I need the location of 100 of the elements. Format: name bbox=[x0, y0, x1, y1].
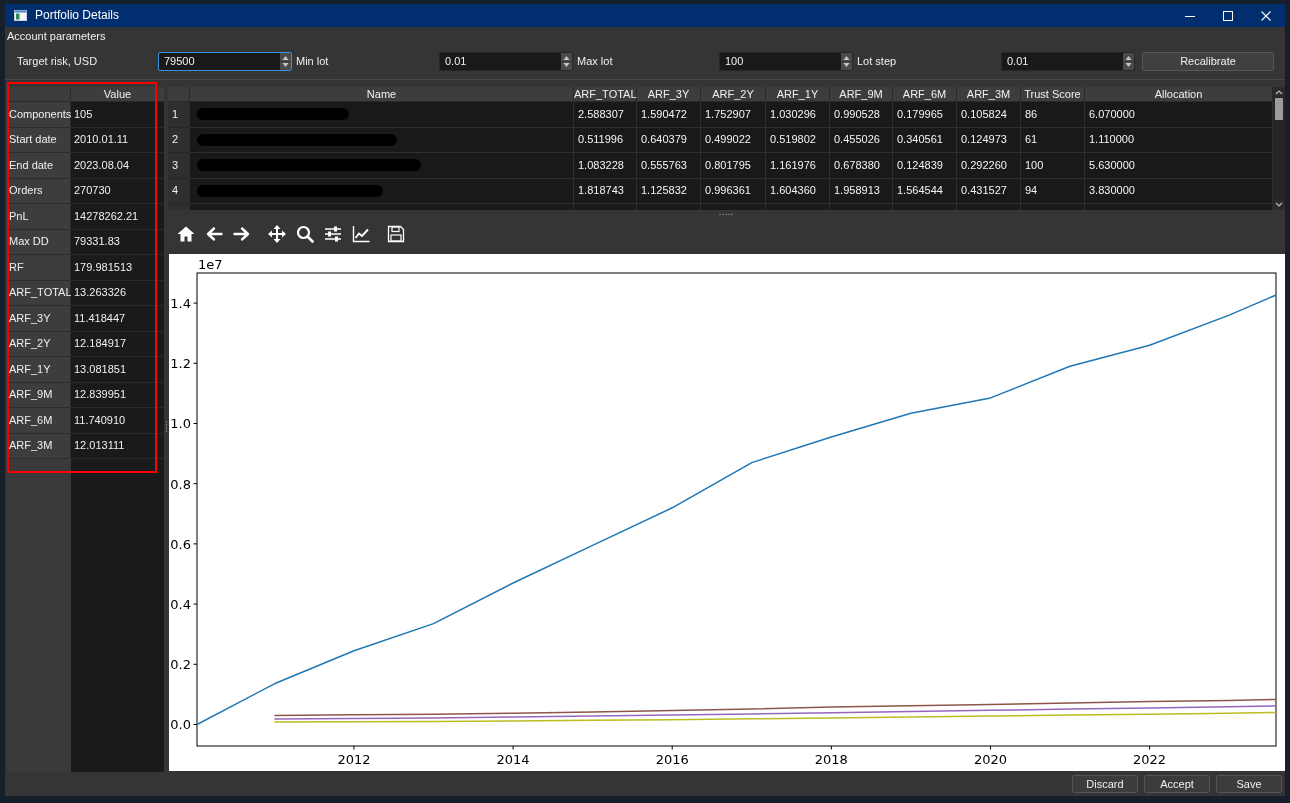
axis-tick-label: 2016 bbox=[655, 752, 689, 767]
field-label: Min lot bbox=[295, 54, 329, 69]
table-cell: 1.030296 bbox=[766, 102, 830, 128]
table-cell: 0.105824 bbox=[957, 102, 1021, 128]
column-header: Value bbox=[71, 87, 164, 102]
table-cell: 0.801795 bbox=[701, 153, 766, 179]
table-cell: 0.455026 bbox=[830, 127, 893, 153]
column-header: ARF_9M bbox=[830, 87, 893, 102]
spinner-arrows-icon[interactable] bbox=[1123, 53, 1134, 70]
table-cell: 1.958913 bbox=[830, 178, 893, 204]
table-cell: 61 bbox=[1021, 127, 1085, 153]
table-cell: 0.990528 bbox=[830, 102, 893, 128]
table-cell: 0.640379 bbox=[637, 127, 701, 153]
number-field[interactable]: 79500 bbox=[158, 52, 292, 71]
table-cell: 1.125832 bbox=[637, 178, 701, 204]
axis-tick-label: 0.4 bbox=[170, 597, 191, 613]
table-cell: 2.588307 bbox=[574, 102, 637, 128]
back-arrow-icon[interactable] bbox=[205, 225, 223, 243]
table-cell: 0.292260 bbox=[957, 153, 1021, 179]
axis-tick-label: 2018 bbox=[814, 752, 848, 767]
table-cell: 0.511996 bbox=[574, 127, 637, 153]
row-header: PnL bbox=[7, 204, 71, 230]
table-cell: 0.555763 bbox=[637, 153, 701, 179]
recalibrate-button[interactable]: Recalibrate bbox=[1142, 52, 1274, 71]
row-header: ARF_1Y bbox=[7, 357, 71, 383]
magnifier-icon[interactable] bbox=[296, 225, 314, 243]
app-window-icon bbox=[14, 10, 27, 21]
table-cell: 1.818743 bbox=[574, 178, 637, 204]
spinner-arrows-icon[interactable] bbox=[280, 53, 291, 70]
number-field[interactable]: 0.01 bbox=[439, 52, 573, 71]
axis-offset-label: 1e7 bbox=[198, 257, 223, 272]
field-label: Max lot bbox=[576, 54, 613, 69]
column-header: ARF_3Y bbox=[637, 87, 701, 102]
row-header: 3 bbox=[168, 153, 190, 179]
table-cell: 1.564544 bbox=[893, 178, 957, 204]
row-header: 2 bbox=[168, 127, 190, 153]
number-field[interactable]: 0.01 bbox=[1001, 52, 1135, 71]
table-cell: 0.431527 bbox=[957, 178, 1021, 204]
table-cell: 1.161976 bbox=[766, 153, 830, 179]
table-cell: 86 bbox=[1021, 102, 1085, 128]
splitter-handle[interactable] bbox=[164, 421, 168, 432]
splitter-handle[interactable] bbox=[719, 212, 734, 216]
forward-arrow-icon[interactable] bbox=[233, 225, 251, 243]
table-cell: 100 bbox=[1021, 153, 1085, 179]
number-field[interactable]: 100 bbox=[719, 52, 853, 71]
sliders-icon[interactable] bbox=[324, 225, 342, 243]
column-header: Allocation bbox=[1085, 87, 1273, 102]
move-arrows-icon[interactable] bbox=[268, 225, 286, 243]
row-header: 4 bbox=[168, 178, 190, 204]
field-label: Lot step bbox=[856, 54, 897, 69]
table-cell: 1.083228 bbox=[574, 153, 637, 179]
maximize-icon[interactable] bbox=[1223, 10, 1233, 21]
table-cell: 1.604360 bbox=[766, 178, 830, 204]
axis-tick-label: 1.4 bbox=[170, 296, 191, 312]
axis-tick-label: 1.0 bbox=[170, 416, 191, 432]
row-header: ARF_3Y bbox=[7, 306, 71, 332]
column-header: Name bbox=[190, 87, 574, 102]
table-cell: 0.996361 bbox=[701, 178, 766, 204]
axis-tick-label: 1.2 bbox=[170, 356, 191, 372]
row-header: Components bbox=[7, 102, 71, 128]
field-label: Target risk, USD bbox=[17, 54, 98, 69]
group-title: Account parameters bbox=[6, 29, 106, 44]
column-header: ARF_TOTAL bbox=[574, 87, 637, 102]
axis-tick-label: 0.8 bbox=[170, 476, 191, 492]
spinner-arrows-icon[interactable] bbox=[841, 53, 852, 70]
axis-tick-label: 0.6 bbox=[170, 536, 191, 552]
column-header: ARF_6M bbox=[893, 87, 957, 102]
dialog-button[interactable]: Accept bbox=[1144, 775, 1210, 793]
home-icon[interactable] bbox=[177, 225, 195, 243]
table-cell: 0.678380 bbox=[830, 153, 893, 179]
spinner-arrows-icon[interactable] bbox=[561, 53, 572, 70]
row-header: ARF_6M bbox=[7, 408, 71, 434]
row-header: RF bbox=[7, 255, 71, 281]
dialog-button[interactable]: Discard bbox=[1072, 775, 1138, 793]
scrollbar-thumb[interactable] bbox=[1275, 98, 1283, 120]
column-header: ARF_3M bbox=[957, 87, 1021, 102]
axis-tick-label: 2014 bbox=[496, 752, 530, 767]
axis-tick-label: 0.2 bbox=[170, 657, 191, 673]
save-icon[interactable] bbox=[387, 225, 405, 243]
table-cell: 0.519802 bbox=[766, 127, 830, 153]
table-cell: 0.124839 bbox=[893, 153, 957, 179]
row-header: 1 bbox=[168, 102, 190, 128]
vertical-scrollbar[interactable] bbox=[1273, 87, 1285, 210]
column-header: ARF_1Y bbox=[766, 87, 830, 102]
axis-tick-label: 2012 bbox=[337, 752, 371, 767]
column-header: Trust Score bbox=[1021, 87, 1085, 102]
dialog-button[interactable]: Save bbox=[1216, 775, 1282, 793]
table-cell: 0.340561 bbox=[893, 127, 957, 153]
table-cell: 1.590472 bbox=[637, 102, 701, 128]
window-title: Portfolio Details bbox=[35, 8, 121, 23]
axis-tick-label: 0.0 bbox=[170, 717, 191, 733]
row-header: End date bbox=[7, 153, 71, 179]
axis-tick-label: 2020 bbox=[973, 752, 1007, 767]
header-corner bbox=[168, 87, 190, 102]
axis-tick-label: 2022 bbox=[1133, 752, 1167, 767]
line-chart-icon[interactable] bbox=[352, 225, 370, 243]
close-icon[interactable] bbox=[1261, 10, 1271, 21]
column-header: ARF_2Y bbox=[701, 87, 766, 102]
table-cell: 0.499022 bbox=[701, 127, 766, 153]
table-cell: 0.124973 bbox=[957, 127, 1021, 153]
